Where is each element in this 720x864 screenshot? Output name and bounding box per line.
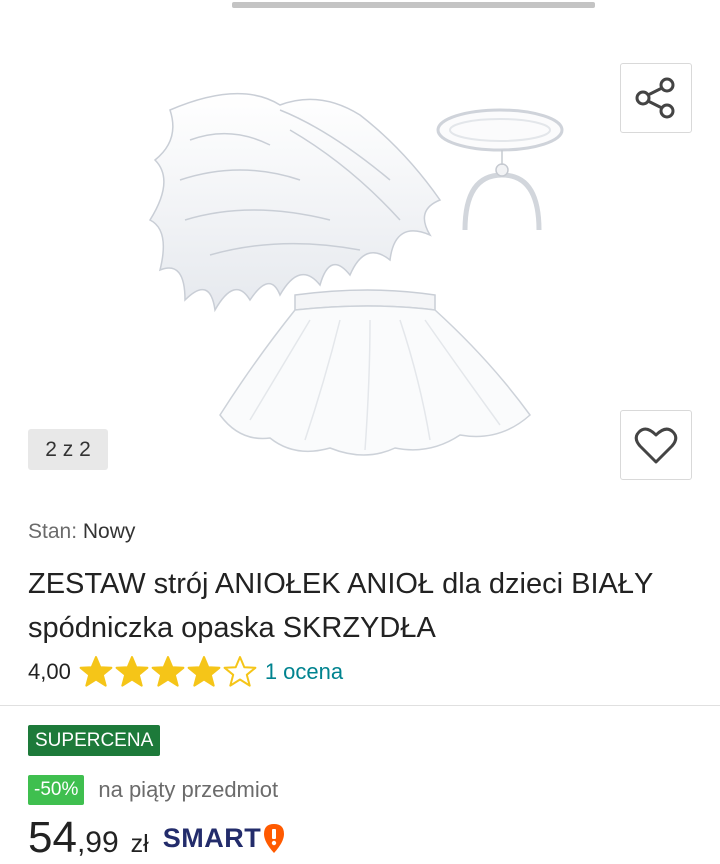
- favorite-button[interactable]: [620, 410, 692, 480]
- heart-icon: [634, 427, 678, 464]
- rating-score: 4,00: [28, 659, 71, 684]
- price-integer: 54: [28, 813, 77, 862]
- product-title: ZESTAW strój ANIOŁEK ANIOŁ dla dzieci BI…: [28, 568, 653, 644]
- gallery-scrollbar[interactable]: [232, 2, 595, 8]
- product-rating[interactable]: 4,00 1 ocena: [28, 655, 343, 689]
- star-filled-icon: [79, 656, 113, 687]
- condition-label: Stan:: [28, 520, 78, 543]
- condition-value: Nowy: [82, 520, 136, 543]
- share-icon: [635, 77, 675, 119]
- price-decimal: ,99: [76, 826, 119, 859]
- gallery-counter: 2 z 2: [28, 429, 108, 470]
- rating-stars: [79, 655, 257, 689]
- supercena-badge: SUPERCENA: [28, 725, 161, 756]
- star-filled-icon: [187, 656, 221, 687]
- discount-text: na piąty przedmiot: [98, 777, 279, 802]
- divider: [0, 705, 720, 706]
- product-image: [148, 92, 564, 456]
- product-gallery[interactable]: 2 z 2: [0, 10, 720, 510]
- smart-logo: SMART: [163, 822, 287, 854]
- star-empty-icon: [223, 656, 257, 687]
- price: 54 ,99 zł SMART: [28, 812, 286, 864]
- rating-count-link[interactable]: 1 ocena: [265, 659, 343, 685]
- discount-badge: -50%: [28, 775, 85, 805]
- smart-logo-icon: [264, 824, 285, 853]
- price-currency: zł: [130, 830, 149, 858]
- star-filled-icon: [115, 656, 149, 687]
- smart-label: SMART: [162, 822, 262, 853]
- product-condition: Stan: Nowy: [28, 520, 135, 544]
- star-filled-icon: [151, 656, 185, 687]
- discount-row: -50% na piąty przedmiot: [28, 774, 278, 806]
- share-button[interactable]: [620, 63, 692, 133]
